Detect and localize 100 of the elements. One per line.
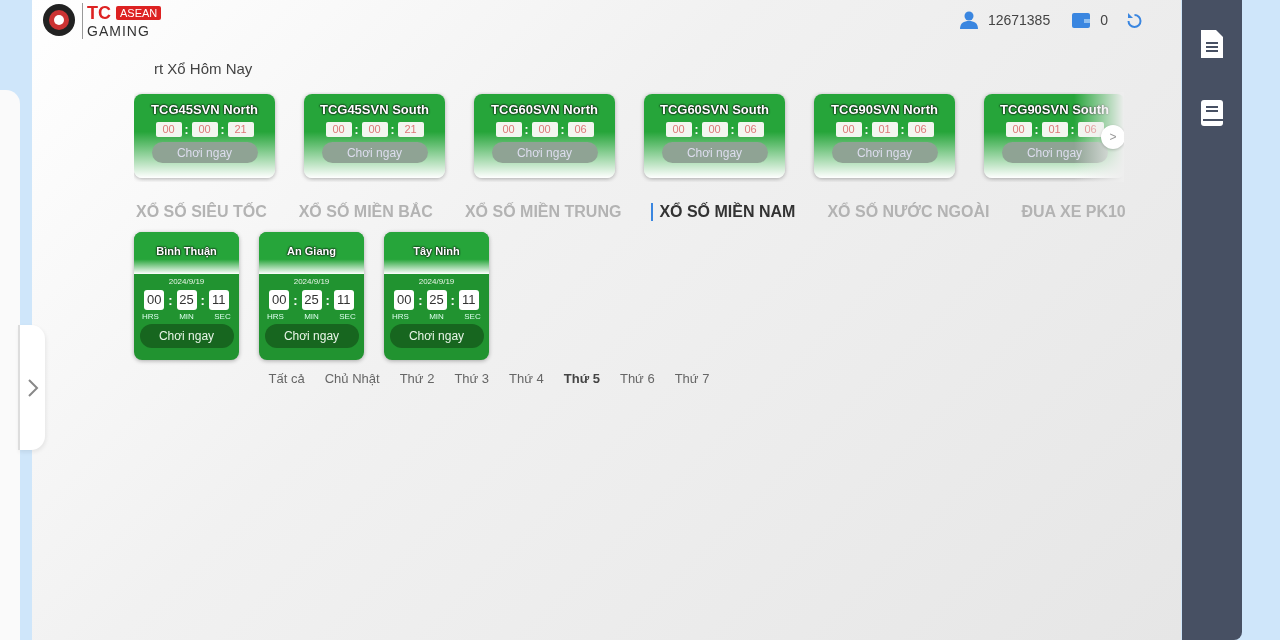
countdown-digit: 01: [1041, 122, 1068, 137]
countdown-digit: 06: [1077, 122, 1104, 137]
time-separator: :: [390, 122, 395, 137]
category-tab[interactable]: XỔ SỐ MIỀN NAM: [651, 203, 796, 221]
game-card[interactable]: TCG60SVN South 00 : 00 : 06 Chơi ngay: [644, 94, 785, 178]
time-separator: :: [1070, 122, 1075, 137]
countdown-digit: 00: [531, 122, 558, 137]
lottery-card[interactable]: Tây Ninh 2024/9/19 00 : 25 : 11 HRS MIN SEC Chơi ngay: [384, 232, 489, 360]
countdown-digit: 00: [361, 122, 388, 137]
time-separator: :: [220, 122, 225, 137]
play-button[interactable]: Chơi ngay: [264, 324, 359, 348]
time-separator: :: [524, 122, 529, 137]
game-card[interactable]: TCG90SVN North 00 : 01 : 06 Chơi ngay: [814, 94, 955, 178]
logo-brand: TC: [87, 3, 111, 23]
user-id: 12671385: [987, 12, 1051, 28]
user-icon: [959, 11, 978, 29]
day-filter[interactable]: Chủ Nhật: [324, 371, 380, 386]
day-filter[interactable]: Thứ 7: [674, 371, 710, 386]
time-separator: :: [694, 122, 699, 137]
countdown-digit: 00: [835, 122, 862, 137]
logo-subtitle: GAMING: [87, 23, 151, 39]
expand-handle[interactable]: [18, 325, 45, 450]
game-name: TCG90SVN South: [999, 102, 1110, 117]
countdown-digit: 00: [1005, 122, 1032, 137]
section-title: rt Xổ Hôm Nay: [154, 60, 254, 78]
countdown-digit: 00: [144, 290, 165, 310]
countdown-digit: 01: [871, 122, 898, 137]
document-icon[interactable]: [1201, 30, 1223, 58]
time-separator: :: [864, 122, 869, 137]
countdown-digit: 00: [325, 122, 352, 137]
lottery-name: Tây Ninh: [413, 245, 460, 259]
countdown-digit: 25: [426, 290, 447, 310]
countdown-digit: 06: [737, 122, 764, 137]
day-filter[interactable]: Tất cả: [268, 371, 305, 386]
countdown-digit: 11: [458, 290, 479, 310]
category-tab[interactable]: XỔ SỐ MIỀN TRUNG: [462, 203, 622, 221]
countdown-digit: 00: [269, 290, 290, 310]
time-unit: HRS: [141, 312, 160, 321]
time-separator: :: [184, 122, 189, 137]
time-unit: HRS: [266, 312, 285, 321]
game-name: TCG45SVN North: [151, 102, 258, 117]
wallet-icon: [1072, 12, 1091, 28]
time-unit: HRS: [391, 312, 410, 321]
draw-date: 2024/9/19: [418, 277, 455, 286]
category-tab[interactable]: XỔ SỐ SIÊU TỐC: [134, 203, 267, 221]
time-separator: :: [168, 292, 173, 308]
game-card[interactable]: TCG45SVN South 00 : 00 : 21 Chơi ngay: [304, 94, 445, 178]
time-separator: :: [200, 292, 205, 308]
day-filter[interactable]: Thứ 4: [509, 371, 544, 386]
countdown-digit: 00: [155, 122, 182, 137]
day-filter[interactable]: Thứ 6: [619, 371, 655, 386]
day-filter[interactable]: Thứ 2: [399, 371, 435, 386]
day-filter[interactable]: Thứ 3: [454, 371, 490, 386]
countdown-digit: 00: [495, 122, 522, 137]
time-separator: :: [418, 292, 423, 308]
time-unit: MIN: [303, 312, 320, 321]
play-button[interactable]: Chơi ngay: [321, 142, 428, 163]
time-unit: SEC: [463, 312, 482, 321]
book-icon[interactable]: [1201, 100, 1223, 126]
countdown-digit: 06: [907, 122, 934, 137]
game-name: TCG60SVN North: [491, 102, 598, 117]
countdown-digit: 11: [333, 290, 354, 310]
game-card[interactable]: TCG60SVN North 00 : 00 : 06 Chơi ngay: [474, 94, 615, 178]
play-button[interactable]: Chơi ngay: [491, 142, 598, 163]
countdown-digit: 00: [665, 122, 692, 137]
draw-date: 2024/9/19: [293, 277, 330, 286]
lottery-card[interactable]: Bình Thuận 2024/9/19 00 : 25 : 11 HRS MIN SEC Chơi ngay: [134, 232, 239, 360]
play-button[interactable]: Chơi ngay: [1001, 142, 1108, 163]
day-filter[interactable]: Thứ 5: [563, 371, 600, 386]
chip-logo-icon: [42, 3, 76, 37]
time-separator: :: [560, 122, 565, 137]
game-name: TCG90SVN North: [831, 102, 938, 117]
play-button[interactable]: Chơi ngay: [139, 324, 234, 348]
logo-badge: ASEAN: [116, 6, 162, 20]
play-button[interactable]: Chơi ngay: [151, 142, 258, 163]
play-button[interactable]: Chơi ngay: [831, 142, 938, 163]
lottery-card[interactable]: An Giang 2024/9/19 00 : 25 : 11 HRS MIN SEC Chơi ngay: [259, 232, 364, 360]
play-button[interactable]: Chơi ngay: [389, 324, 484, 348]
countdown-digit: 25: [301, 290, 322, 310]
draw-date: 2024/9/19: [168, 277, 205, 286]
countdown-digit: 21: [227, 122, 254, 137]
countdown-digit: 00: [701, 122, 728, 137]
category-tab[interactable]: XỔ SỐ NƯỚC NGOÀI: [825, 203, 990, 221]
game-card[interactable]: TCG45SVN North 00 : 00 : 21 Chơi ngay: [134, 94, 275, 178]
category-tab[interactable]: ĐUA XE PK10: [1019, 203, 1126, 221]
time-separator: :: [730, 122, 735, 137]
refresh-icon[interactable]: [1126, 11, 1143, 29]
countdown-digit: 25: [176, 290, 197, 310]
time-separator: :: [450, 292, 455, 308]
countdown-digit: 11: [208, 290, 229, 310]
time-separator: :: [354, 122, 359, 137]
time-unit: MIN: [428, 312, 445, 321]
game-name: TCG45SVN South: [319, 102, 430, 117]
category-tab[interactable]: XỔ SỐ MIỀN BẮC: [296, 203, 433, 221]
countdown-digit: 00: [394, 290, 415, 310]
time-separator: :: [293, 292, 298, 308]
countdown-digit: 06: [567, 122, 594, 137]
countdown-digit: 00: [191, 122, 218, 137]
time-separator: :: [1034, 122, 1039, 137]
play-button[interactable]: Chơi ngay: [661, 142, 768, 163]
